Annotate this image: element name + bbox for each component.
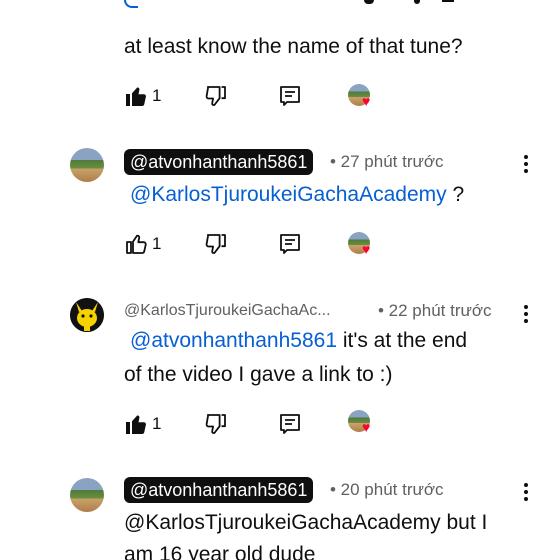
reply-button[interactable] (278, 232, 302, 256)
thumbs-up-icon (126, 87, 146, 106)
comment-time: • 22 phút trước (378, 301, 492, 320)
more-vertical-icon (524, 483, 528, 501)
author-name[interactable]: @atvonhanthanh5861 (124, 149, 314, 175)
thumbs-down-icon (205, 234, 226, 254)
dislike-button[interactable] (204, 412, 228, 436)
clipped-line (124, 0, 474, 12)
comment-text-rest: it's at the end (337, 329, 468, 352)
author-name[interactable]: @KarlosTjuroukeiGachaAc... (124, 300, 331, 322)
mention-link[interactable]: @KarlosTjuroukeiGachaAcademy (130, 183, 447, 206)
comment-1: @atvonhanthanh5861 • 27 phút trước @Karl… (0, 140, 560, 270)
like-count: 1 (152, 234, 162, 253)
more-vertical-icon (524, 305, 528, 323)
more-button[interactable] (516, 302, 536, 330)
dislike-button[interactable] (204, 232, 228, 256)
thumbs-down-icon (205, 414, 226, 434)
thumbs-up-icon (126, 415, 146, 434)
reply-button[interactable] (278, 412, 302, 436)
author-name[interactable]: @atvonhanthanh5861 (124, 477, 314, 503)
reply-button[interactable] (278, 84, 302, 108)
more-button[interactable] (516, 152, 536, 180)
pikachu-avatar-icon (70, 298, 104, 332)
thumbs-down-icon (205, 86, 226, 106)
thumbs-up-icon (126, 234, 147, 254)
comment-icon (280, 414, 300, 434)
dislike-button[interactable] (204, 84, 228, 108)
avatar[interactable] (70, 148, 104, 182)
comment-text-line-1: @KarlosTjuroukeiGachaAcademy but I (124, 511, 488, 534)
more-button[interactable] (516, 480, 536, 508)
comment-text-line-2: am 16 year old dude (124, 543, 316, 560)
comment-time: • 20 phút trước (330, 480, 444, 499)
more-vertical-icon (524, 155, 528, 173)
mention-link[interactable]: @atvonhanthanh5861 (130, 329, 337, 352)
creator-heart-icon: ♥ (362, 93, 371, 109)
comment-text-line-2: of the video I gave a link to :) (124, 363, 393, 386)
creator-heart-icon: ♥ (362, 241, 371, 257)
comment-icon (280, 234, 300, 254)
creator-heart: ♥ (348, 84, 380, 112)
comment-text-line-1: @atvonhanthanh5861 it's at the end (130, 324, 467, 358)
comment-3: @atvonhanthanh5861 • 20 phút trước @Karl… (0, 470, 560, 560)
comment-text: @KarlosTjuroukeiGachaAcademy ? (130, 178, 464, 212)
comment-2: @KarlosTjuroukeiGachaAc... • 22 phút trư… (0, 290, 560, 450)
like-count: 1 (152, 86, 162, 105)
avatar[interactable] (70, 298, 104, 332)
comment-text-rest: ? (446, 183, 465, 206)
avatar[interactable] (70, 478, 104, 512)
comment-time: • 27 phút trước (330, 152, 444, 171)
comment-text: at least know the name of that tune? (124, 35, 463, 58)
creator-heart: ♥ (348, 410, 380, 438)
creator-heart: ♥ (348, 232, 380, 260)
like-count: 1 (152, 414, 162, 433)
comment-icon (280, 86, 300, 106)
comment-0: at least know the name of that tune? 1 ♥ (0, 0, 560, 120)
creator-heart-icon: ♥ (362, 419, 371, 435)
